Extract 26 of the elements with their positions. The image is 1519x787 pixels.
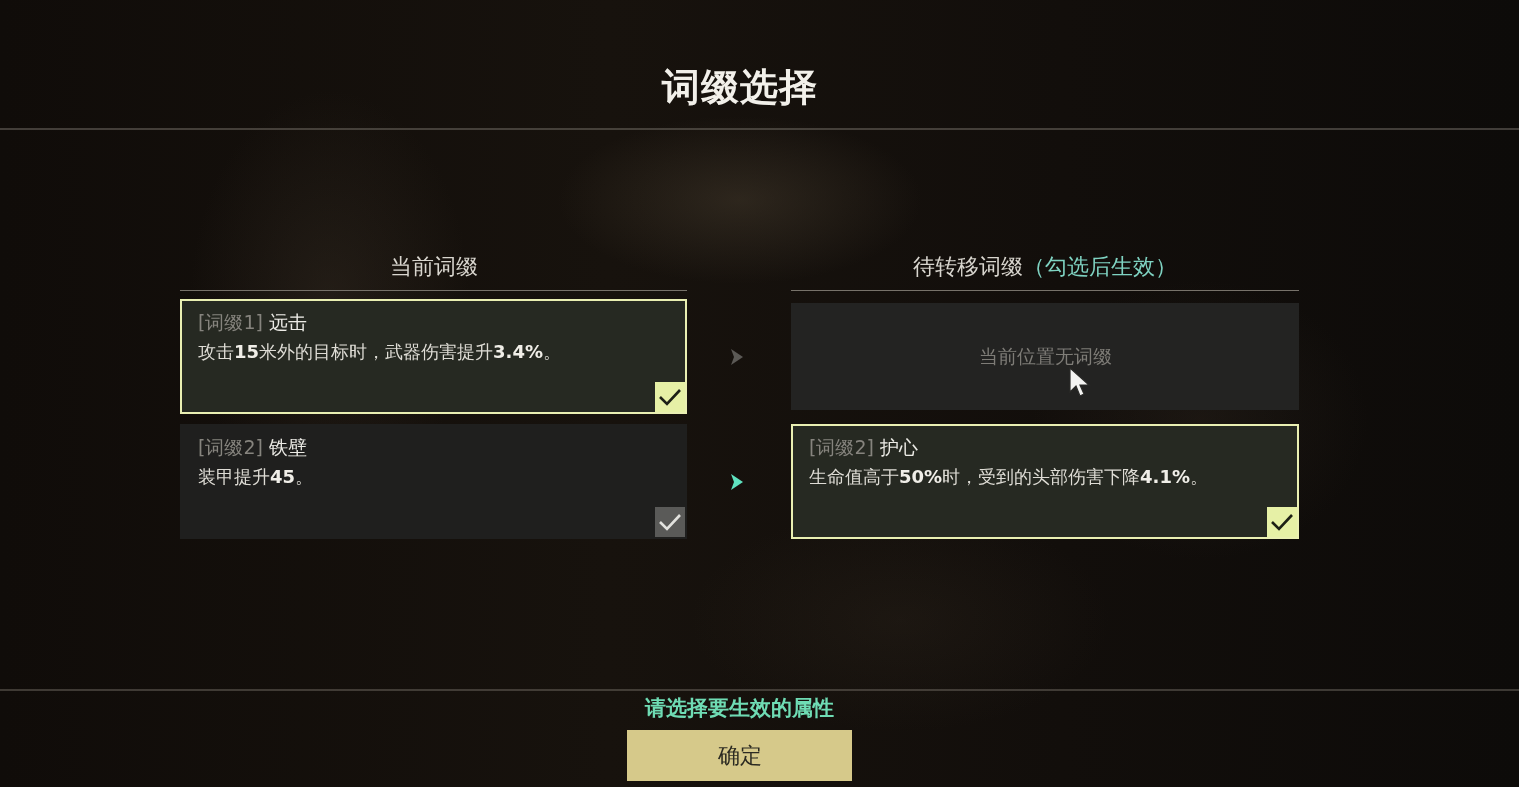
confirm-button[interactable]: 确定 (627, 730, 852, 781)
prompt-text: 请选择要生效的属性 (645, 695, 834, 722)
mouse-pointer-icon (1069, 367, 1091, 397)
check-icon (658, 513, 682, 531)
checkbox[interactable] (1267, 507, 1297, 537)
affix-name: 远击 (268, 310, 307, 335)
checkbox[interactable] (655, 382, 685, 412)
affix-description: 生命值高于50%时，受到的头部伤害下降4.1%。 (809, 465, 1209, 489)
check-icon (1270, 513, 1294, 531)
affix-name: 铁壁 (268, 435, 307, 460)
heading-note: （勾选后生效） (1023, 253, 1177, 281)
column-heading: 待转移词缀 (913, 253, 1023, 281)
affix-description: 攻击15米外的目标时，武器伤害提升3.4%。 (198, 340, 562, 364)
column-heading: 当前词缀 (389, 253, 478, 281)
check-icon (658, 388, 682, 406)
affix-name: 护心 (879, 435, 918, 460)
checkbox[interactable] (655, 507, 685, 537)
affix-tag: [词缀1] (198, 310, 263, 336)
page-title: 词缀选择 (661, 64, 818, 111)
affix-tag: [词缀2] (809, 435, 874, 461)
affix-card[interactable]: [词缀2] 铁壁 装甲提升45。 (180, 424, 687, 539)
affix-card[interactable]: [词缀1] 远击 攻击15米外的目标时，武器伤害提升3.4%。 (180, 299, 687, 414)
affix-tag: [词缀2] (198, 435, 263, 461)
affix-card[interactable]: [词缀2] 护心 生命值高于50%时，受到的头部伤害下降4.1%。 (791, 424, 1299, 539)
empty-slot-text: 当前位置无词缀 (978, 343, 1112, 369)
affix-description: 装甲提升45。 (198, 465, 315, 489)
